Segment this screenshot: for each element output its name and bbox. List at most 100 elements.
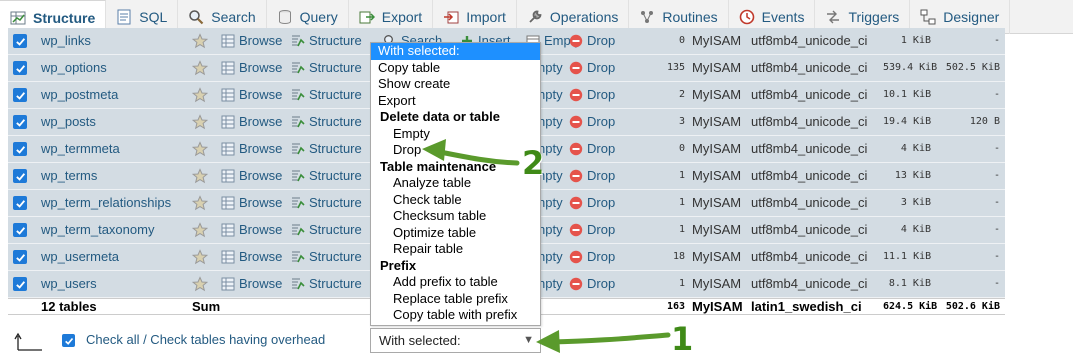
- overhead-value: -: [993, 251, 1000, 262]
- structure-icon: [291, 115, 305, 129]
- drop-link[interactable]: Drop: [569, 244, 615, 270]
- favorite-star-icon[interactable]: [191, 217, 209, 243]
- check-all-checkbox[interactable]: [62, 334, 75, 347]
- row-count: 1: [678, 197, 685, 208]
- favorite-star-icon[interactable]: [191, 28, 209, 54]
- drop-link[interactable]: Drop: [569, 217, 615, 243]
- table-name-link[interactable]: wp_options: [41, 55, 107, 81]
- option-copy-table[interactable]: Copy table: [371, 60, 540, 77]
- row-checkbox[interactable]: [13, 142, 27, 156]
- browse-link[interactable]: Browse: [221, 28, 282, 54]
- row-checkbox[interactable]: [13, 34, 27, 48]
- table-name-link[interactable]: wp_terms: [41, 163, 97, 189]
- empty-link[interactable]: npty: [538, 217, 563, 243]
- favorite-star-icon[interactable]: [191, 271, 209, 297]
- row-checkbox[interactable]: [13, 88, 27, 102]
- table-name-link[interactable]: wp_term_relationships: [41, 190, 171, 216]
- browse-link-label: Browse: [239, 87, 283, 102]
- chevron-down-icon: ▼: [523, 334, 534, 346]
- structure-link[interactable]: Structure: [291, 190, 362, 216]
- empty-link[interactable]: npty: [538, 271, 563, 297]
- favorite-star-icon[interactable]: [191, 136, 209, 162]
- table-name-link[interactable]: wp_posts: [41, 109, 96, 135]
- option-checksum-table[interactable]: Checksum table: [371, 208, 540, 225]
- favorite-star-icon[interactable]: [191, 109, 209, 135]
- check-all-label[interactable]: Check all / Check tables having overhead: [86, 332, 325, 347]
- option-export[interactable]: Export: [371, 93, 540, 110]
- browse-link-label: Browse: [239, 276, 283, 291]
- drop-link[interactable]: Drop: [569, 163, 615, 189]
- structure-link[interactable]: Structure: [291, 271, 362, 297]
- option-replace-table-prefix[interactable]: Replace table prefix: [371, 291, 540, 308]
- option-drop[interactable]: Drop: [371, 142, 540, 159]
- browse-link[interactable]: Browse: [221, 109, 282, 135]
- table-name-link[interactable]: wp_termmeta: [41, 136, 120, 162]
- drop-link[interactable]: Drop: [569, 190, 615, 216]
- row-checkbox[interactable]: [13, 250, 27, 264]
- browse-link[interactable]: Browse: [221, 136, 282, 162]
- option-repair-table[interactable]: Repair table: [371, 241, 540, 258]
- engine-value: MyISAM: [692, 60, 742, 75]
- browse-link[interactable]: Browse: [221, 190, 282, 216]
- drop-link[interactable]: Drop: [569, 28, 615, 54]
- drop-link[interactable]: Drop: [569, 109, 615, 135]
- option-empty[interactable]: Empty: [371, 126, 540, 143]
- row-checkbox[interactable]: [13, 115, 27, 129]
- table-name-link[interactable]: wp_users: [41, 271, 97, 297]
- row-count: 0: [678, 35, 685, 46]
- structure-link[interactable]: Structure: [291, 82, 362, 108]
- structure-link[interactable]: Structure: [291, 244, 362, 270]
- structure-link[interactable]: Structure: [291, 28, 362, 54]
- empty-link[interactable]: npty: [538, 109, 563, 135]
- structure-link[interactable]: Structure: [291, 163, 362, 189]
- structure-link[interactable]: Structure: [291, 55, 362, 81]
- browse-link[interactable]: Browse: [221, 244, 282, 270]
- favorite-star-icon[interactable]: [191, 55, 209, 81]
- drop-icon: [569, 142, 583, 156]
- favorite-star-icon[interactable]: [191, 244, 209, 270]
- drop-link[interactable]: Drop: [569, 136, 615, 162]
- favorite-star-icon[interactable]: [191, 82, 209, 108]
- drop-icon: [569, 277, 583, 291]
- table-name-link[interactable]: wp_links: [41, 28, 91, 54]
- browse-link[interactable]: Browse: [221, 271, 282, 297]
- browse-link[interactable]: Browse: [221, 163, 282, 189]
- favorite-star-icon[interactable]: [191, 190, 209, 216]
- drop-link[interactable]: Drop: [569, 55, 615, 81]
- option-show-create[interactable]: Show create: [371, 76, 540, 93]
- tab-label: Search: [211, 9, 256, 25]
- empty-link[interactable]: npty: [538, 190, 563, 216]
- row-checkbox[interactable]: [13, 169, 27, 183]
- drop-link[interactable]: Drop: [569, 271, 615, 297]
- engine-value: MyISAM: [692, 195, 742, 210]
- structure-link[interactable]: Structure: [291, 109, 362, 135]
- option-with-selected[interactable]: With selected:: [371, 43, 540, 60]
- browse-link[interactable]: Browse: [221, 217, 282, 243]
- option-optimize-table[interactable]: Optimize table: [371, 225, 540, 242]
- option-copy-table-with-prefix[interactable]: Copy table with prefix: [371, 307, 540, 324]
- table-name-link[interactable]: wp_postmeta: [41, 82, 118, 108]
- drop-link[interactable]: Drop: [569, 82, 615, 108]
- structure-link[interactable]: Structure: [291, 136, 362, 162]
- empty-link[interactable]: npty: [538, 55, 563, 81]
- empty-link[interactable]: npty: [538, 244, 563, 270]
- structure-link[interactable]: Structure: [291, 217, 362, 243]
- row-checkbox[interactable]: [13, 277, 27, 291]
- browse-link[interactable]: Browse: [221, 82, 282, 108]
- row-checkbox[interactable]: [13, 223, 27, 237]
- row-checkbox[interactable]: [13, 61, 27, 75]
- summary-sum-label: Sum: [192, 299, 221, 314]
- option-add-prefix-to-table[interactable]: Add prefix to table: [371, 274, 540, 291]
- empty-link[interactable]: npty: [538, 82, 563, 108]
- option-analyze-table[interactable]: Analyze table: [371, 175, 540, 192]
- row-checkbox[interactable]: [13, 196, 27, 210]
- with-selected-select[interactable]: With selected: ▼: [370, 328, 541, 353]
- table-name-link[interactable]: wp_usermeta: [41, 244, 119, 270]
- browse-link[interactable]: Browse: [221, 55, 282, 81]
- table-name-link[interactable]: wp_term_taxonomy: [41, 217, 154, 243]
- row-count: 0: [678, 143, 685, 154]
- with-selected-dropdown-list[interactable]: With selected: Copy table Show create Expor…: [370, 42, 541, 326]
- option-check-table[interactable]: Check table: [371, 192, 540, 209]
- browse-icon: [221, 61, 235, 75]
- favorite-star-icon[interactable]: [191, 163, 209, 189]
